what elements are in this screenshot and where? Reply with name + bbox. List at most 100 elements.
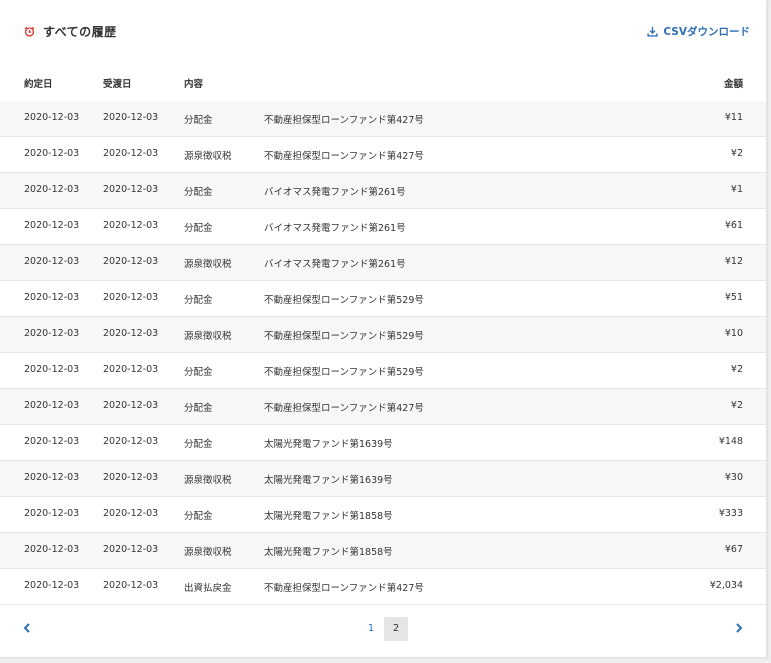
cell-description: 太陽光発電ファンド第1858号	[264, 511, 393, 522]
table-row: 2020-12-03 2020-12-03 源泉徴収税 太陽光発電ファンド第18…	[0, 533, 766, 569]
cell-amount: ¥1	[730, 184, 743, 195]
chevron-right-icon[interactable]	[734, 622, 744, 634]
cell-delivery-date: 2020-12-03	[103, 472, 159, 483]
cell-amount: ¥67	[724, 544, 743, 555]
cell-delivery-date: 2020-12-03	[103, 256, 159, 267]
cell-amount: ¥148	[718, 436, 743, 447]
cell-description: 不動産担保型ローンファンド第529号	[264, 331, 424, 342]
cell-amount: ¥333	[718, 508, 743, 519]
table-row: 2020-12-03 2020-12-03 源泉徴収税 バイオマス発電ファンド第…	[0, 245, 766, 281]
csv-download-label: CSVダウンロード	[663, 26, 750, 38]
cell-contract-date: 2020-12-03	[24, 508, 80, 519]
cell-description: 不動産担保型ローンファンド第427号	[264, 115, 424, 126]
page-title: すべての履歴	[43, 25, 117, 39]
cell-delivery-date: 2020-12-03	[103, 220, 159, 231]
cell-amount: ¥2,034	[709, 580, 743, 591]
header-contract-date: 約定日	[24, 79, 53, 90]
header-amount: 金額	[723, 79, 743, 90]
csv-download-button[interactable]: CSVダウンロード	[647, 24, 750, 39]
cell-type: 出資払戻金	[184, 583, 232, 594]
cell-contract-date: 2020-12-03	[24, 292, 80, 303]
cell-type: 分配金	[184, 223, 213, 234]
cell-delivery-date: 2020-12-03	[103, 508, 159, 519]
history-clock-icon	[24, 26, 35, 37]
cell-delivery-date: 2020-12-03	[103, 544, 159, 555]
pagination: 1 2	[0, 604, 766, 654]
cell-delivery-date: 2020-12-03	[103, 184, 159, 195]
cell-type: 分配金	[184, 115, 213, 126]
cell-contract-date: 2020-12-03	[24, 184, 80, 195]
cell-contract-date: 2020-12-03	[24, 220, 80, 231]
cell-type: 源泉徴収税	[184, 547, 232, 558]
cell-contract-date: 2020-12-03	[24, 436, 80, 447]
cell-delivery-date: 2020-12-03	[103, 148, 159, 159]
card-header: すべての履歴 CSVダウンロード	[0, 0, 766, 64]
cell-contract-date: 2020-12-03	[24, 364, 80, 375]
cell-amount: ¥2	[730, 400, 743, 411]
cell-contract-date: 2020-12-03	[24, 148, 80, 159]
cell-description: 不動産担保型ローンファンド第427号	[264, 151, 424, 162]
cell-contract-date: 2020-12-03	[24, 400, 80, 411]
cell-contract-date: 2020-12-03	[24, 472, 80, 483]
cell-type: 源泉徴収税	[184, 259, 232, 270]
cell-delivery-date: 2020-12-03	[103, 400, 159, 411]
cell-contract-date: 2020-12-03	[24, 580, 80, 591]
cell-type: 分配金	[184, 403, 213, 414]
table-row: 2020-12-03 2020-12-03 分配金 不動産担保型ローンファンド第…	[0, 281, 766, 317]
cell-description: 不動産担保型ローンファンド第529号	[264, 295, 424, 306]
table-row: 2020-12-03 2020-12-03 源泉徴収税 不動産担保型ローンファン…	[0, 317, 766, 353]
cell-type: 源泉徴収税	[184, 331, 232, 342]
table-row: 2020-12-03 2020-12-03 分配金 太陽光発電ファンド第1858…	[0, 497, 766, 533]
page-2-button[interactable]: 2	[384, 617, 408, 641]
cell-contract-date: 2020-12-03	[24, 256, 80, 267]
cell-description: バイオマス発電ファンド第261号	[264, 259, 406, 270]
cell-contract-date: 2020-12-03	[24, 328, 80, 339]
table-row: 2020-12-03 2020-12-03 源泉徴収税 太陽光発電ファンド第16…	[0, 461, 766, 497]
table-row: 2020-12-03 2020-12-03 分配金 不動産担保型ローンファンド第…	[0, 389, 766, 425]
cell-delivery-date: 2020-12-03	[103, 328, 159, 339]
cell-delivery-date: 2020-12-03	[103, 112, 159, 123]
cell-type: 源泉徴収税	[184, 475, 232, 486]
cell-amount: ¥30	[724, 472, 743, 483]
table-row: 2020-12-03 2020-12-03 分配金 バイオマス発電ファンド第26…	[0, 209, 766, 245]
cell-amount: ¥11	[724, 112, 743, 123]
cell-type: 分配金	[184, 367, 213, 378]
download-icon	[647, 26, 658, 37]
cell-amount: ¥10	[724, 328, 743, 339]
chevron-left-icon[interactable]	[22, 622, 32, 634]
cell-contract-date: 2020-12-03	[24, 112, 80, 123]
cell-description: 不動産担保型ローンファンド第427号	[264, 583, 424, 594]
cell-description: バイオマス発電ファンド第261号	[264, 223, 406, 234]
cell-delivery-date: 2020-12-03	[103, 292, 159, 303]
cell-description: 不動産担保型ローンファンド第427号	[264, 403, 424, 414]
cell-description: 太陽光発電ファンド第1639号	[264, 439, 393, 450]
table-body: 2020-12-03 2020-12-03 分配金 不動産担保型ローンファンド第…	[0, 101, 766, 605]
cell-description: 不動産担保型ローンファンド第529号	[264, 367, 424, 378]
table-row: 2020-12-03 2020-12-03 出資払戻金 不動産担保型ローンファン…	[0, 569, 766, 605]
cell-amount: ¥2	[730, 364, 743, 375]
cell-type: 源泉徴収税	[184, 151, 232, 162]
cell-type: 分配金	[184, 439, 213, 450]
cell-contract-date: 2020-12-03	[24, 544, 80, 555]
table-row: 2020-12-03 2020-12-03 分配金 太陽光発電ファンド第1639…	[0, 425, 766, 461]
cell-description: 太陽光発電ファンド第1858号	[264, 547, 393, 558]
header-delivery-date: 受渡日	[103, 79, 132, 90]
history-card: すべての履歴 CSVダウンロード 約定日 受渡日 内容 金額 2020-12-0…	[0, 0, 767, 657]
header-type: 内容	[184, 79, 204, 90]
table-row: 2020-12-03 2020-12-03 分配金 バイオマス発電ファンド第26…	[0, 173, 766, 209]
cell-amount: ¥61	[724, 220, 743, 231]
page-1-button[interactable]: 1	[359, 617, 383, 641]
table-row: 2020-12-03 2020-12-03 分配金 不動産担保型ローンファンド第…	[0, 101, 766, 137]
cell-type: 分配金	[184, 511, 213, 522]
table-row: 2020-12-03 2020-12-03 分配金 不動産担保型ローンファンド第…	[0, 353, 766, 389]
cell-delivery-date: 2020-12-03	[103, 580, 159, 591]
cell-type: 分配金	[184, 295, 213, 306]
table-row: 2020-12-03 2020-12-03 源泉徴収税 不動産担保型ローンファン…	[0, 137, 766, 173]
cell-amount: ¥12	[724, 256, 743, 267]
cell-amount: ¥51	[724, 292, 743, 303]
cell-description: バイオマス発電ファンド第261号	[264, 187, 406, 198]
table-header: 約定日 受渡日 内容 金額	[0, 64, 766, 102]
cell-delivery-date: 2020-12-03	[103, 436, 159, 447]
cell-amount: ¥2	[730, 148, 743, 159]
cell-type: 分配金	[184, 187, 213, 198]
